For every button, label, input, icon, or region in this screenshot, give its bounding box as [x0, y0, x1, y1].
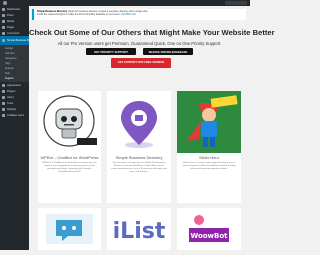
svg-text:WoowBot: WoowBot	[190, 232, 228, 240]
page-headline: Check Out Some of Our Others that Might …	[29, 28, 275, 37]
wpbot-logo-icon	[43, 95, 97, 147]
chatbot-icon	[46, 214, 93, 244]
sidebar-item-label: Users	[7, 95, 14, 99]
main-content: Simple Business Directory plugin for bus…	[29, 6, 275, 250]
card-chatbot[interactable]	[38, 208, 101, 250]
card-description: WPBot is a ChatBot for any WordPress web…	[42, 162, 97, 173]
sidebar-item-label: Media	[7, 19, 15, 23]
plugin-notice: Simple Business Directory plugin for bus…	[32, 9, 246, 20]
sidebar-item-label: Pages	[7, 25, 15, 29]
sidebar-item-label: Tools	[7, 101, 14, 105]
card-simple-business-directory[interactable]: Simple Business Directory This innovativ…	[107, 91, 171, 203]
card-title[interactable]: Simple Business Directory	[107, 155, 171, 160]
wpbot-image	[38, 91, 101, 153]
menu-icon	[2, 107, 5, 111]
notice-line-2: Install the required plugins to make the…	[37, 13, 136, 16]
sidebar-item-label: Dashboard	[7, 7, 20, 11]
wordpress-logo-icon[interactable]	[3, 1, 7, 5]
menu-icon	[2, 13, 5, 17]
menu-icon	[2, 113, 5, 117]
sidebar-item-label: Plugins	[7, 89, 16, 93]
free-support-button[interactable]: GET SUPPORT FOR FREE VERSION	[111, 58, 171, 68]
superhero-icon	[177, 91, 241, 153]
admin-sidebar: Dashboard Posts Media Pages Comments Simple B…	[0, 6, 29, 250]
ilist-logo-icon: iList	[113, 219, 166, 244]
menu-icon	[2, 101, 5, 105]
menu-icon	[2, 7, 5, 11]
menu-icon	[2, 39, 5, 42]
card-description: This innovative and powerful, yet Simple…	[111, 162, 167, 173]
menu-icon	[2, 31, 5, 35]
sidebar-item-label: Settings	[7, 107, 17, 111]
sidebar-item-label: Collapse menu	[7, 113, 25, 117]
sidebar-item-label: Appearance	[7, 83, 21, 87]
admin-bar-account[interactable]	[225, 1, 247, 5]
menu-icon	[2, 89, 5, 93]
submenu: Listings Add New Categories Tags Settings Hel…	[0, 45, 29, 82]
card-slider-hero[interactable]: Slider Hero Slider Hero is a unique slid…	[177, 91, 241, 203]
priority-support-button[interactable]: GET PRIORITY SUPPORT	[86, 48, 136, 55]
submenu-item-support[interactable]: Support	[0, 76, 29, 81]
menu-icon	[2, 95, 5, 99]
notice-link[interactable]: Get PRO now	[121, 13, 136, 16]
map-pin-icon	[121, 101, 157, 148]
sbd-image	[107, 91, 171, 153]
card-title[interactable]: Slider Hero	[177, 155, 241, 160]
woowbot-icon: WoowBot	[177, 208, 241, 250]
menu-icon	[2, 83, 5, 87]
slider-hero-image	[177, 91, 241, 153]
card-wpbot[interactable]: WPBot – ChatBot for WordPress WPBot is a…	[38, 91, 101, 203]
menu-icon	[2, 25, 5, 29]
card-woowbot[interactable]: WoowBot	[177, 208, 241, 250]
card-description: Slider Hero is a unique slider plugin th…	[182, 162, 236, 170]
sidebar-item-label: Posts	[7, 13, 14, 17]
menu-icon	[2, 19, 5, 23]
page-subline: All our Pro Version users get Premium, G…	[57, 41, 222, 46]
svg-text:iList: iList	[113, 219, 166, 244]
sidebar-item-collapse-menu[interactable]: Collapse menu	[0, 112, 29, 118]
knowledgebase-button[interactable]: SEARCH KNOWLEDGEBASE	[143, 48, 193, 55]
sidebar-item-simple-business-directory[interactable]: Simple Business Directory	[0, 36, 29, 45]
card-title[interactable]: WPBot – ChatBot for WordPress	[38, 155, 101, 160]
sidebar-item-label: Comments	[7, 31, 20, 35]
card-ilist[interactable]: iList	[107, 208, 171, 250]
sidebar-item-label: Simple Business Directory	[7, 39, 29, 42]
